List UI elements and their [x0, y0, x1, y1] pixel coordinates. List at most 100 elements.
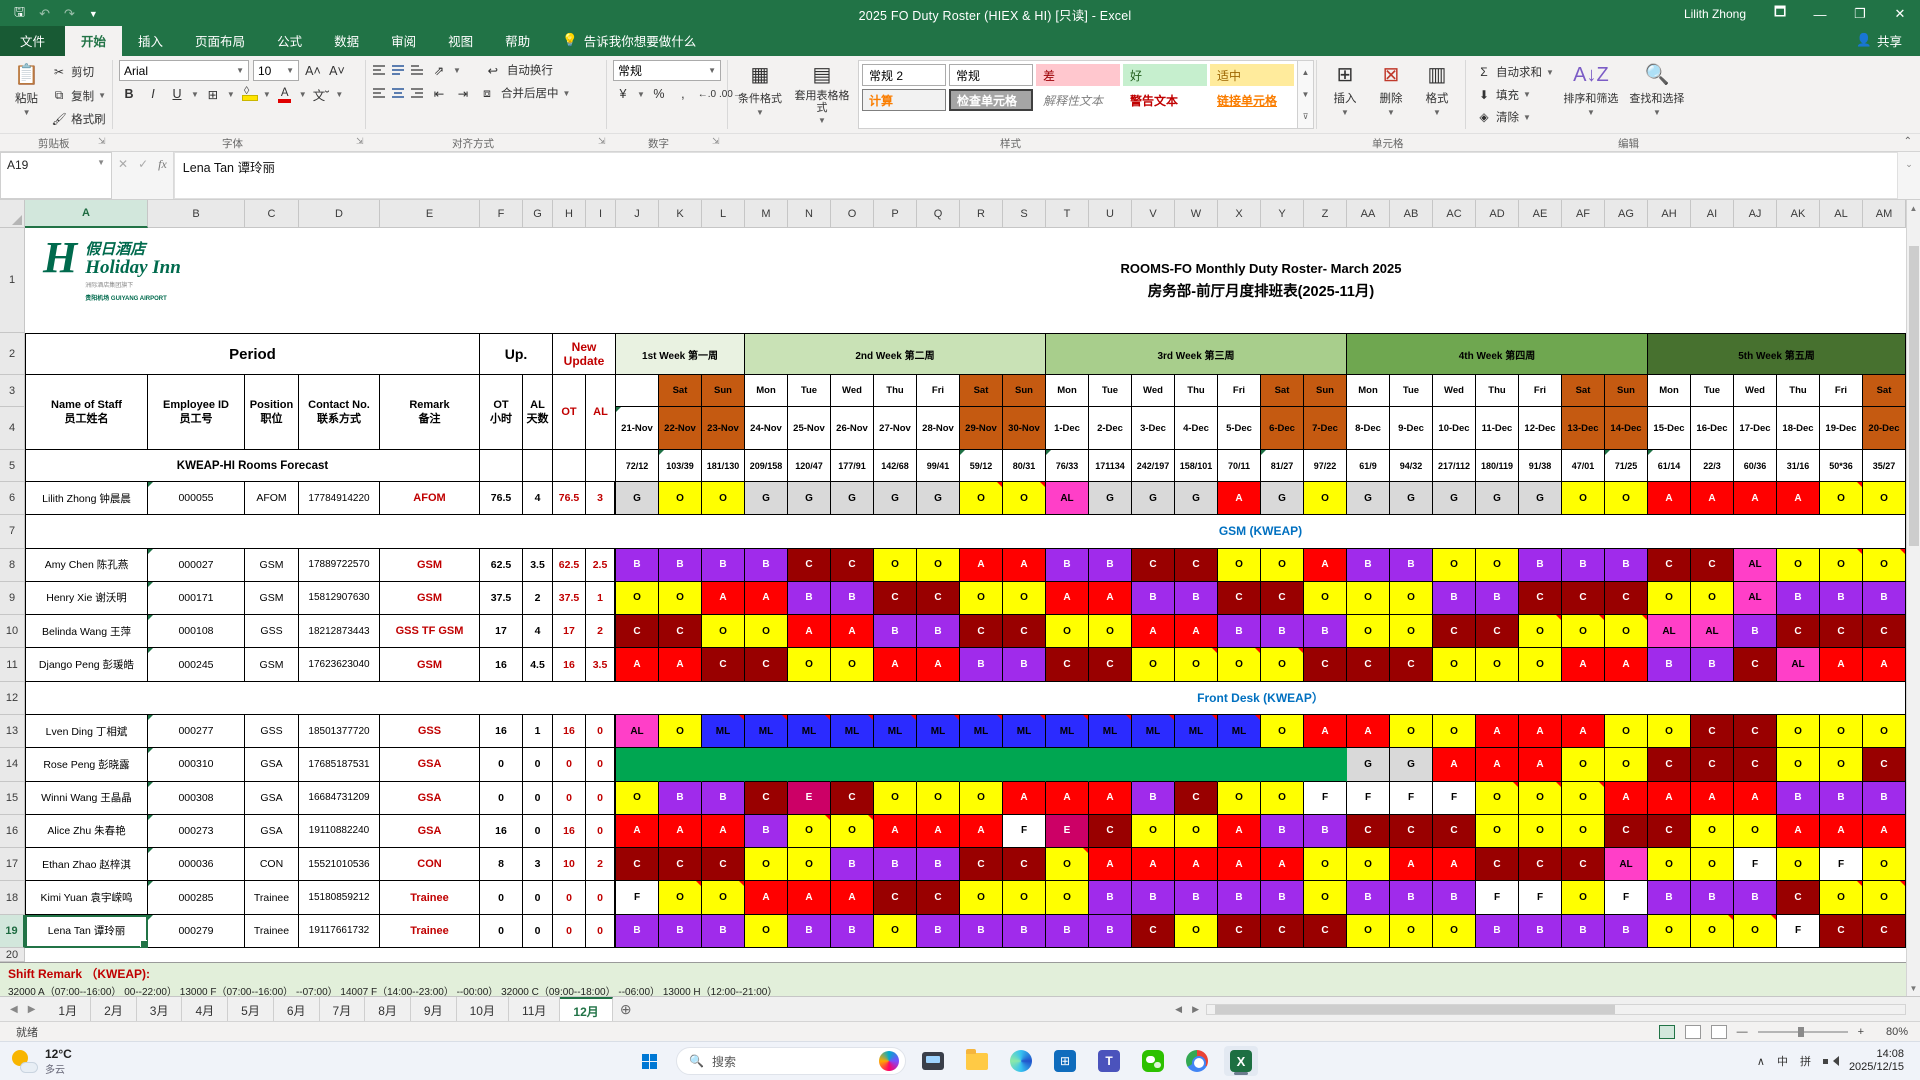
row-header-13[interactable]: 13 — [0, 714, 25, 749]
shift-cell-8-10[interactable]: A — [1003, 548, 1046, 582]
shift-cell-17-10[interactable]: C — [1003, 848, 1046, 882]
shift-cell-19-13[interactable]: C — [1132, 914, 1175, 948]
shift-cell-19-16[interactable]: C — [1261, 914, 1304, 948]
shift-cell-17-9[interactable]: C — [960, 848, 1003, 882]
shift-cell-11-29[interactable]: A — [1820, 648, 1863, 682]
scroll-down-icon[interactable]: ▼ — [1910, 980, 1918, 996]
align-left-icon[interactable] — [372, 87, 387, 99]
shift-cell-9-2[interactable]: O — [659, 581, 702, 616]
shift-cell-18-30[interactable]: O — [1863, 881, 1906, 915]
shift-cell-19-9[interactable]: B — [960, 914, 1003, 948]
forecast-30-Nov[interactable]: 80/31 — [1003, 450, 1046, 482]
shift-cell-11-30[interactable]: A — [1863, 648, 1906, 682]
staff-name-6[interactable]: Lilith Zhong 钟晨晨 — [25, 482, 148, 516]
sheet-tab-5月[interactable]: 5月 — [228, 997, 274, 1021]
row-header-11[interactable]: 11 — [0, 648, 25, 682]
shift-cell-8-22[interactable]: B — [1519, 548, 1562, 582]
shift-cell-16-20[interactable]: C — [1433, 814, 1476, 849]
shift-cell-10-4[interactable]: O — [745, 615, 788, 649]
shift-cell-19-21[interactable]: B — [1476, 914, 1519, 948]
day-header-17[interactable]: Sun — [1304, 375, 1347, 407]
shift-cell-15-16[interactable]: O — [1261, 781, 1304, 815]
shift-cell-15-10[interactable]: A — [1003, 781, 1046, 815]
shift-cell-15-20[interactable]: F — [1433, 781, 1476, 815]
forecast-2-Dec[interactable]: 171134 — [1089, 450, 1132, 482]
shift-cell-13-12[interactable]: ML — [1089, 714, 1132, 749]
staff-name-17[interactable]: Ethan Zhao 赵梓淇 — [25, 848, 148, 882]
staff-al-11[interactable]: 4.5 — [523, 648, 553, 682]
day-header-21[interactable]: Thu — [1476, 375, 1519, 407]
page-layout-view-icon[interactable] — [1684, 1024, 1701, 1039]
staff-al-17[interactable]: 3 — [523, 848, 553, 882]
shift-cell-18-9[interactable]: O — [960, 881, 1003, 915]
left-header-6[interactable]: AL 天数 — [523, 375, 553, 450]
clipboard-dialog-launcher-icon[interactable]: ⇲ — [98, 136, 106, 147]
shift-cell-11-15[interactable]: O — [1218, 648, 1261, 682]
new-update-header[interactable]: New Update — [553, 333, 616, 375]
shift-cell-6-4[interactable]: G — [745, 482, 788, 516]
taskbar-icon-file-explorer[interactable] — [960, 1046, 994, 1076]
zoom-slider[interactable] — [1757, 1026, 1848, 1037]
shift-cell-8-25[interactable]: C — [1648, 548, 1691, 582]
shift-cell-9-27[interactable]: AL — [1734, 581, 1777, 616]
shift-cell-8-29[interactable]: O — [1820, 548, 1863, 582]
shift-cell-10-14[interactable]: A — [1175, 615, 1218, 649]
bold-icon[interactable]: B — [119, 84, 139, 104]
shift-cell-15-24[interactable]: A — [1605, 781, 1648, 815]
shift-cell-11-7[interactable]: A — [874, 648, 917, 682]
day-header-22[interactable]: Fri — [1519, 375, 1562, 407]
shift-cell-9-13[interactable]: B — [1132, 581, 1175, 616]
shift-cell-8-5[interactable]: C — [788, 548, 831, 582]
staff-al-16[interactable]: 0 — [523, 814, 553, 849]
staff-name-19[interactable]: Lena Tan 谭玲丽 — [25, 914, 148, 948]
date-header-28-Nov[interactable]: 28-Nov — [917, 407, 960, 450]
shift-cell-19-30[interactable]: C — [1863, 914, 1906, 948]
forecast-28-Nov[interactable]: 99/41 — [917, 450, 960, 482]
shift-cell-6-19[interactable]: G — [1390, 482, 1433, 516]
col-header-AL[interactable]: AL — [1820, 200, 1863, 228]
day-header-16[interactable]: Sat — [1261, 375, 1304, 407]
forecast-22-Nov[interactable]: 103/39 — [659, 450, 702, 482]
staff-al-10[interactable]: 4 — [523, 615, 553, 649]
shift-cell-11-24[interactable]: A — [1605, 648, 1648, 682]
shift-cell-16-26[interactable]: O — [1691, 814, 1734, 849]
shift-cell-8-16[interactable]: O — [1261, 548, 1304, 582]
taskbar-icon-excel[interactable]: X — [1224, 1046, 1258, 1076]
day-header-3[interactable]: Sun — [702, 375, 745, 407]
staff-position-10[interactable]: GSS — [245, 615, 299, 649]
shift-cell-18-22[interactable]: F — [1519, 881, 1562, 915]
shift-cell-18-5[interactable]: A — [788, 881, 831, 915]
col-header-M[interactable]: M — [745, 200, 788, 228]
staff-name-14[interactable]: Rose Peng 彭晓露 — [25, 748, 148, 782]
col-header-C[interactable]: C — [245, 200, 299, 228]
staff-remark-15[interactable]: GSA — [380, 781, 480, 815]
shift-cell-10-11[interactable]: O — [1046, 615, 1089, 649]
shift-cell-18-15[interactable]: B — [1218, 881, 1261, 915]
shift-cell-11-9[interactable]: B — [960, 648, 1003, 682]
shift-cell-9-23[interactable]: C — [1562, 581, 1605, 616]
shift-cell-13-13[interactable]: ML — [1132, 714, 1175, 749]
tab-help[interactable]: 帮助 — [489, 26, 546, 56]
shift-cell-19-8[interactable]: B — [917, 914, 960, 948]
find-select-button[interactable]: 🔍 查找和选择 ▼ — [1624, 60, 1690, 129]
shift-cell-19-22[interactable]: B — [1519, 914, 1562, 948]
shift-cell-13-27[interactable]: C — [1734, 714, 1777, 749]
shift-cell-9-15[interactable]: C — [1218, 581, 1261, 616]
page-break-view-icon[interactable] — [1710, 1024, 1727, 1039]
col-header-A[interactable]: A — [25, 200, 148, 228]
shift-cell-19-11[interactable]: B — [1046, 914, 1089, 948]
tab-page-layout[interactable]: 页面布局 — [179, 26, 261, 56]
staff-remark-13[interactable]: GSS — [380, 714, 480, 749]
sort-filter-button[interactable]: A↓Z 排序和筛选 ▼ — [1558, 60, 1624, 129]
shift-cell-6-26[interactable]: A — [1691, 482, 1734, 516]
underline-icon[interactable]: U — [167, 84, 187, 104]
shift-cell-8-24[interactable]: B — [1605, 548, 1648, 582]
day-header-14[interactable]: Thu — [1175, 375, 1218, 407]
shift-cell-17-18[interactable]: O — [1347, 848, 1390, 882]
left-header-4[interactable]: Remark 备注 — [380, 375, 480, 450]
staff-name-16[interactable]: Alice Zhu 朱春艳 — [25, 814, 148, 849]
staff-ot-18[interactable]: 0 — [480, 881, 523, 915]
shift-cell-13-24[interactable]: O — [1605, 714, 1648, 749]
shift-cell-8-2[interactable]: B — [659, 548, 702, 582]
shift-cell-16-10[interactable]: F — [1003, 814, 1046, 849]
